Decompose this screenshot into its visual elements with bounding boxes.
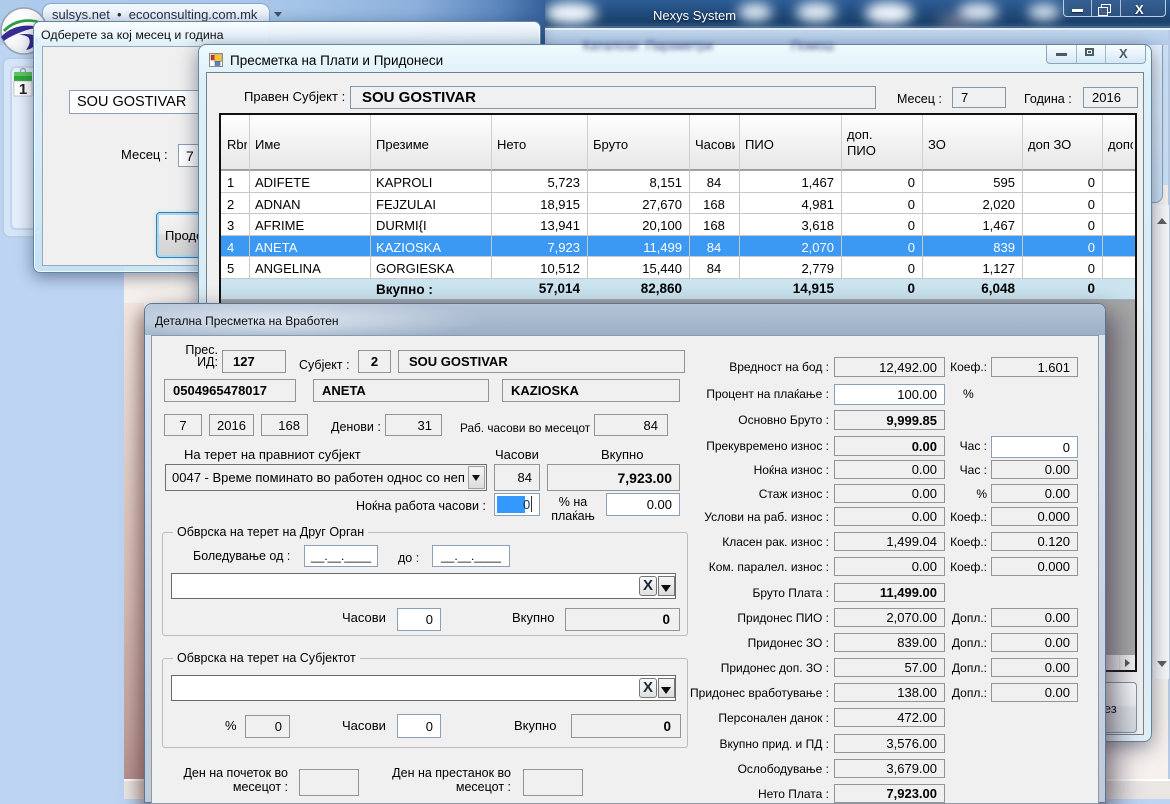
svg-text:1: 1 (19, 81, 27, 98)
